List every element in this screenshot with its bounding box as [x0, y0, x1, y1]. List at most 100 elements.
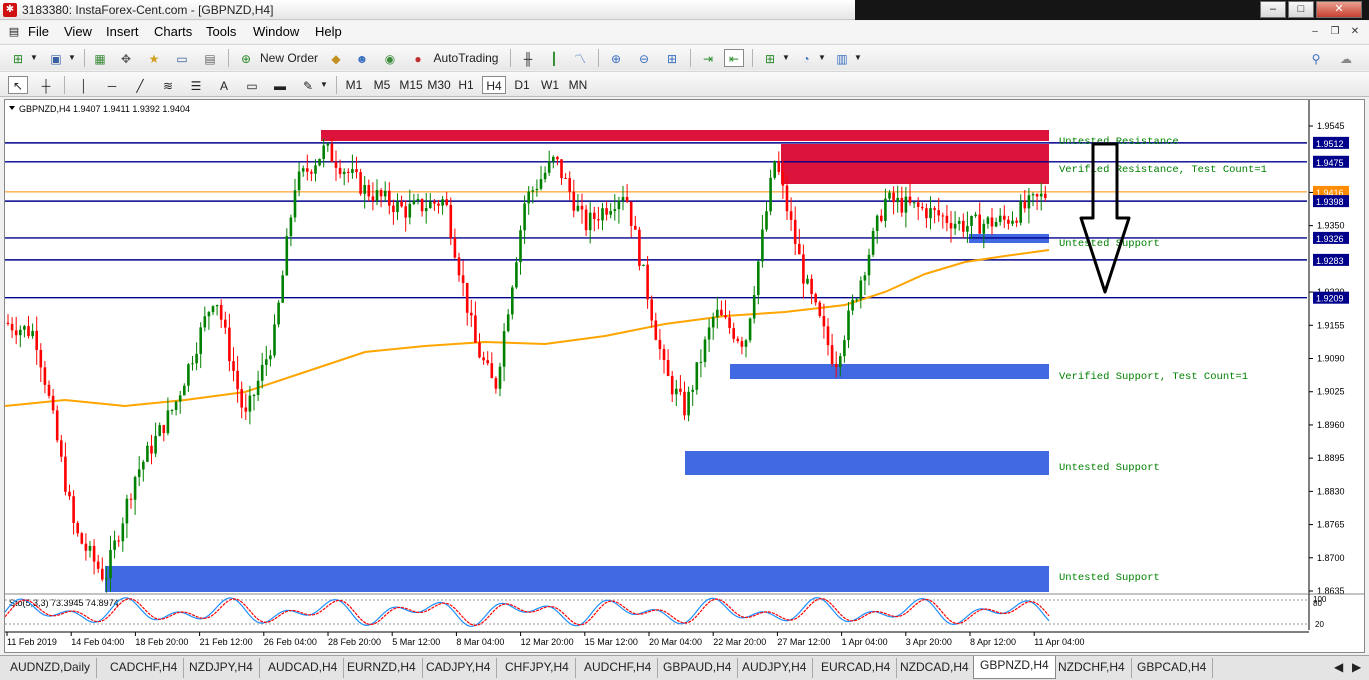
dropdown-arrow-icon[interactable]: ▼: [782, 49, 790, 67]
dropdown-arrow-icon[interactable]: ▼: [818, 49, 826, 67]
new-order-icon[interactable]: ⊕: [236, 49, 256, 67]
chart-tab[interactable]: CHFJPY,H4: [499, 658, 576, 678]
chart-tab[interactable]: CADCHF,H4: [104, 658, 185, 678]
menu-charts[interactable]: Charts: [154, 24, 192, 39]
metaeditor-icon[interactable]: ◆: [326, 49, 346, 67]
candle-body: [957, 220, 961, 224]
equidistant-channel-icon[interactable]: ≋: [158, 76, 178, 94]
chart-tab[interactable]: AUDNZD,Daily: [4, 658, 98, 678]
chart-window[interactable]: GBPNZD,H4 1.9407 1.9411 1.9392 1.9404 Unt…: [4, 99, 1365, 653]
trendline-icon[interactable]: ╱: [130, 76, 150, 94]
timeframe-w1[interactable]: W1: [538, 76, 562, 94]
chart-tab[interactable]: AUDCAD,H4: [262, 658, 345, 678]
candle-body: [88, 545, 92, 551]
indicators-icon[interactable]: ⊞: [760, 49, 780, 67]
vertical-line-icon[interactable]: │: [74, 76, 94, 94]
auto-trading-button[interactable]: AutoTrading: [430, 49, 502, 67]
menu-tools[interactable]: Tools: [206, 24, 236, 39]
maximize-button[interactable]: □: [1288, 1, 1314, 18]
timeframe-d1[interactable]: D1: [510, 76, 534, 94]
menu-help[interactable]: Help: [315, 24, 342, 39]
timeframe-m5[interactable]: M5: [370, 76, 394, 94]
horizontal-line-icon[interactable]: ─: [102, 76, 122, 94]
candle-body: [539, 179, 543, 189]
candle-body: [839, 356, 842, 368]
chat-icon[interactable]: ☁: [1336, 49, 1356, 67]
timeframe-mn[interactable]: MN: [566, 76, 590, 94]
candlestick-icon[interactable]: ┃: [544, 49, 564, 67]
chart-tab[interactable]: GBPCAD,H4: [1131, 658, 1214, 678]
templates-icon[interactable]: ▥: [832, 49, 852, 67]
chart-tab[interactable]: NZDJPY,H4: [183, 658, 260, 678]
signals-icon[interactable]: ◉: [380, 49, 400, 67]
periods-icon[interactable]: ◔: [796, 49, 816, 67]
chart-tab[interactable]: NZDCAD,H4: [894, 658, 976, 678]
time-label: 5 Mar 12:00: [392, 637, 440, 647]
mdi-restore-icon[interactable]: ❐: [1326, 24, 1344, 40]
dropdown-arrow-icon[interactable]: ▼: [854, 49, 862, 67]
zoom-in-icon[interactable]: ⊕: [606, 49, 626, 67]
data-window-icon[interactable]: ✥: [116, 49, 136, 67]
candle-body: [396, 201, 399, 213]
candle-body: [962, 220, 965, 232]
candle-body: [769, 177, 772, 212]
bar-chart-icon[interactable]: ╫: [518, 49, 538, 67]
market-watch-icon[interactable]: ▦: [90, 49, 110, 67]
navigator-icon[interactable]: ★: [144, 49, 164, 67]
candle-body: [1044, 193, 1047, 199]
title-bar: ✱ 3183380: InstaForex-Cent.com - [GBPNZD…: [0, 0, 1369, 20]
strategy-tester-icon[interactable]: ▤: [200, 49, 220, 67]
price-label: 1.8960: [1317, 420, 1345, 430]
cursor-icon[interactable]: ↖: [8, 76, 28, 94]
candle-body: [412, 200, 416, 204]
arrows-icon[interactable]: ✎: [298, 76, 318, 94]
chart-tab[interactable]: NZDCHF,H4: [1052, 658, 1132, 678]
dropdown-arrow-icon[interactable]: ▼: [30, 49, 38, 67]
mdi-close-icon[interactable]: ✕: [1346, 24, 1364, 40]
menu-view[interactable]: View: [64, 24, 92, 39]
chart-tab[interactable]: GBPAUD,H4: [657, 658, 739, 678]
auto-trading-icon[interactable]: ●: [408, 49, 428, 67]
candle-body: [855, 299, 858, 301]
chart-tab[interactable]: EURCAD,H4: [815, 658, 898, 678]
chart-shift-icon[interactable]: ⇥: [698, 49, 718, 67]
mdi-minimize-icon[interactable]: –: [1306, 24, 1324, 40]
chart-tab[interactable]: EURNZD,H4: [341, 658, 423, 678]
fibonacci-icon[interactable]: ☰: [186, 76, 206, 94]
text-label-icon[interactable]: ▭: [242, 76, 262, 94]
chart-tab[interactable]: GBPNZD,H4: [973, 656, 1056, 679]
auto-scroll-icon[interactable]: ⇤: [724, 49, 744, 67]
timeframe-m15[interactable]: M15: [398, 76, 424, 94]
candle-body: [588, 212, 592, 231]
timeframe-h1[interactable]: H1: [454, 76, 478, 94]
candle-body: [285, 236, 289, 276]
tab-scroll-right-icon[interactable]: ▶: [1346, 658, 1367, 678]
tile-windows-icon[interactable]: ⊞: [662, 49, 682, 67]
minimize-button[interactable]: –: [1260, 1, 1286, 18]
new-chart-icon[interactable]: ⊞: [8, 49, 28, 67]
terminal-icon[interactable]: ▭: [172, 49, 192, 67]
menu-insert[interactable]: Insert: [106, 24, 139, 39]
menu-file[interactable]: File: [28, 24, 49, 39]
time-label: 20 Mar 04:00: [649, 637, 702, 647]
menu-window[interactable]: Window: [253, 24, 299, 39]
dropdown-arrow-icon[interactable]: ▼: [68, 49, 76, 67]
text-icon[interactable]: A: [214, 76, 234, 94]
chart-tab[interactable]: CADJPY,H4: [420, 658, 498, 678]
timeframe-h4[interactable]: H4: [482, 76, 506, 94]
chart-tab[interactable]: AUDJPY,H4: [736, 658, 814, 678]
chart-tab[interactable]: AUDCHF,H4: [578, 658, 659, 678]
crosshair-icon[interactable]: ┼: [36, 76, 56, 94]
new-order-button[interactable]: New Order: [258, 49, 320, 67]
profiles-icon[interactable]: ▣: [46, 49, 66, 67]
search-icon[interactable]: ⚲: [1306, 49, 1326, 67]
price-chart[interactable]: GBPNZD,H4 1.9407 1.9411 1.9392 1.9404 Unt…: [5, 100, 1364, 652]
timeframe-m1[interactable]: M1: [342, 76, 366, 94]
line-chart-icon[interactable]: 〽: [570, 49, 590, 67]
experts-icon[interactable]: ☻: [352, 49, 372, 67]
timeframe-m30[interactable]: M30: [426, 76, 452, 94]
rectangle-icon[interactable]: ▬: [270, 76, 290, 94]
zoom-out-icon[interactable]: ⊖: [634, 49, 654, 67]
close-button[interactable]: ✕: [1316, 1, 1362, 18]
dropdown-arrow-icon[interactable]: ▼: [320, 76, 328, 94]
